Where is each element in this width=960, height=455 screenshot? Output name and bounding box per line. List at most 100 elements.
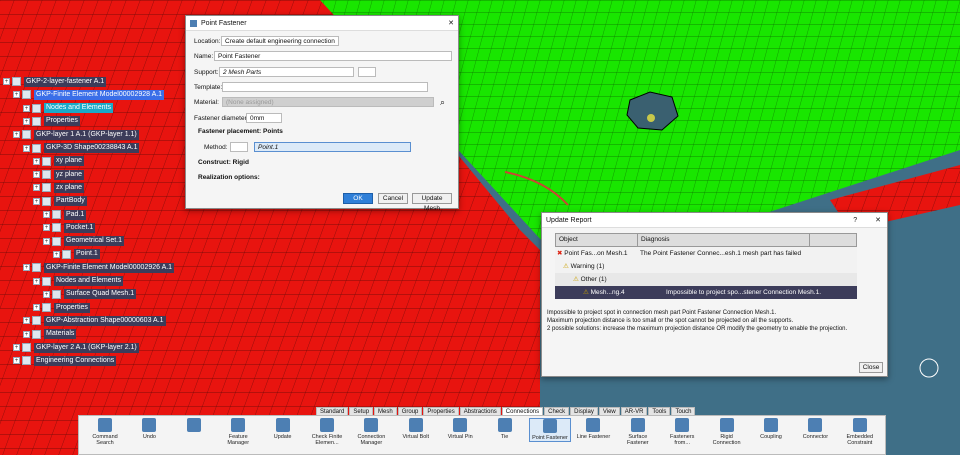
report-row[interactable]: ✖ Point Fas...on Mesh.1 The Point Fastene…	[555, 247, 857, 260]
tree-node[interactable]: + GKP-Abstraction Shape00000603 A.1	[23, 315, 166, 326]
report-title-bar: Update Report ? ✕	[542, 213, 887, 228]
cancel-button[interactable]: Cancel	[378, 193, 408, 204]
toolbar-item[interactable]: Command Search	[85, 418, 125, 446]
close-button[interactable]: Close	[859, 362, 883, 373]
expand-icon[interactable]: +	[43, 211, 50, 218]
tree-node[interactable]: + Engineering Connections	[13, 355, 117, 366]
tree-node[interactable]: + Pocket.1	[43, 222, 96, 233]
report-row[interactable]: ⚠ Mesh...ng.4 Impossible to project spo..…	[555, 286, 857, 299]
tree-node[interactable]: + Pad.1	[43, 209, 87, 220]
tree-node[interactable]: + Surface Quad Mesh.1	[43, 289, 137, 300]
toolbar-item[interactable]: Fasteners from...	[662, 418, 702, 446]
toolbar-item[interactable]	[174, 418, 214, 434]
tree-node[interactable]: + GKP-layer 1 A.1 (GKP-layer 1.1)	[13, 129, 139, 140]
node-icon	[32, 116, 41, 126]
method-select[interactable]	[230, 142, 248, 152]
expand-icon[interactable]: +	[23, 317, 30, 325]
expand-icon[interactable]: +	[23, 104, 30, 112]
toolbar-item[interactable]: Embedded Constraint	[840, 418, 880, 446]
tool-icon	[630, 418, 645, 432]
method-field[interactable]: Point.1	[254, 142, 411, 152]
expand-icon[interactable]: +	[43, 224, 50, 232]
toolbar-item[interactable]: Check Finite Elemen...	[307, 418, 347, 446]
fastener-point[interactable]	[647, 114, 655, 122]
tree-node[interactable]: + Properties	[33, 302, 90, 313]
report-row[interactable]: ⚠ Other (1)	[555, 273, 857, 286]
node-icon	[52, 210, 61, 219]
toolbar-item[interactable]: Feature Manager	[218, 418, 258, 446]
toolbar-item[interactable]: Connection Manager	[351, 418, 391, 446]
expand-icon[interactable]: +	[33, 197, 40, 205]
expand-icon[interactable]: +	[33, 184, 40, 192]
tree-node-label: GKP-2-layer-fastener A.1	[24, 76, 107, 87]
report-object: Point Fas...on Mesh.1	[564, 250, 628, 257]
tree-node[interactable]: + GKP-Finite Element Model00002926 A.1	[23, 262, 175, 273]
expand-icon[interactable]: +	[23, 144, 30, 152]
col-diagnosis[interactable]: Diagnosis	[638, 234, 810, 246]
support-selector[interactable]	[358, 67, 376, 77]
tree-node[interactable]: + GKP-layer 2 A.1 (GKP-layer 2.1)	[13, 342, 139, 353]
construct-header[interactable]: Construct: Rigid	[198, 159, 249, 166]
toolbar-item[interactable]: Update	[263, 418, 303, 440]
search-icon[interactable]: ⌕	[440, 97, 445, 108]
expand-icon[interactable]: +	[13, 357, 20, 365]
location-select[interactable]: Create default engineering connection	[221, 36, 339, 46]
tree-node-label: Materials	[44, 329, 77, 340]
toolbar-item[interactable]: Surface Fastener	[618, 418, 658, 446]
toolbar-item[interactable]: Virtual Pin	[440, 418, 480, 440]
support-field[interactable]: 2 Mesh Parts	[219, 67, 354, 77]
tree-node[interactable]: + GKP-Finite Element Model00002928 A.1	[13, 89, 165, 100]
report-row[interactable]: ⚠ Warning (1)	[555, 260, 857, 273]
toolbar-item[interactable]: Rigid Connection	[707, 418, 747, 446]
tree-node[interactable]: + Properties	[23, 116, 80, 127]
tree-node[interactable]: + GKP-3D Shape00238843 A.1	[23, 143, 140, 154]
expand-icon[interactable]: +	[23, 264, 30, 272]
realization-header[interactable]: Realization options:	[198, 174, 260, 181]
close-icon[interactable]: ✕	[448, 19, 454, 27]
expand-icon[interactable]: +	[33, 304, 40, 312]
expand-icon[interactable]: +	[43, 237, 50, 245]
toolbar-item[interactable]: Line Fastener	[573, 418, 613, 440]
expand-icon[interactable]: +	[13, 91, 20, 99]
expand-icon[interactable]: +	[33, 157, 40, 165]
tree-node[interactable]: + yz plane	[33, 169, 85, 180]
col-object[interactable]: Object	[556, 234, 638, 246]
tree-node-label: GKP-layer 1 A.1 (GKP-layer 1.1)	[34, 129, 139, 140]
tree-node[interactable]: + zx plane	[33, 182, 85, 193]
name-field[interactable]: Point Fastener	[214, 51, 452, 61]
expand-icon[interactable]: +	[33, 171, 40, 179]
tree-node[interactable]: + Materials	[23, 329, 77, 340]
tree-node[interactable]: + Nodes and Elements	[33, 276, 123, 287]
toolbar-item[interactable]: Tie	[485, 418, 525, 440]
expand-icon[interactable]: +	[53, 250, 60, 258]
diameter-field[interactable]: 0mm	[246, 113, 282, 123]
tree-node[interactable]: + GKP-2-layer-fastener A.1	[3, 76, 107, 87]
tree-node[interactable]: + Geometrical Set.1	[43, 236, 125, 247]
help-icon[interactable]: ?	[853, 217, 857, 224]
expand-icon[interactable]: +	[23, 330, 30, 338]
tree-node-label: Nodes and Elements	[54, 276, 123, 286]
toolbar-item[interactable]: Virtual Bolt	[396, 418, 436, 440]
tree-node[interactable]: + Point.1	[53, 249, 100, 260]
expand-icon[interactable]: +	[3, 78, 10, 85]
expand-icon[interactable]: +	[13, 344, 20, 351]
ok-button[interactable]: OK	[343, 193, 373, 204]
update-mesh-button[interactable]: Update Mesh	[412, 193, 452, 212]
toolbar-item[interactable]: Point Fastener	[529, 418, 571, 442]
tree-node[interactable]: + Nodes and Elements	[23, 103, 113, 114]
template-field[interactable]	[222, 82, 428, 92]
tree-node[interactable]: + xy plane	[33, 156, 85, 167]
expand-icon[interactable]: +	[33, 277, 40, 285]
toolbar-item[interactable]: Undo	[129, 418, 169, 440]
expand-icon[interactable]: +	[43, 290, 50, 298]
expand-icon[interactable]: +	[23, 117, 30, 125]
expand-icon[interactable]: +	[13, 131, 20, 139]
tree-node[interactable]: + PartBody	[33, 196, 87, 207]
placement-header[interactable]: Fastener placement: Points	[198, 128, 283, 135]
toolbar-item[interactable]: Coupling	[751, 418, 791, 440]
tree-node-label: GKP-Finite Element Model00002926 A.1	[44, 262, 175, 273]
close-icon[interactable]: ✕	[875, 216, 881, 224]
toolbar-item[interactable]: Connector	[795, 418, 835, 440]
material-field[interactable]: (None assigned)	[222, 97, 434, 107]
toolbar-item-label: Rigid Connection	[712, 434, 741, 446]
